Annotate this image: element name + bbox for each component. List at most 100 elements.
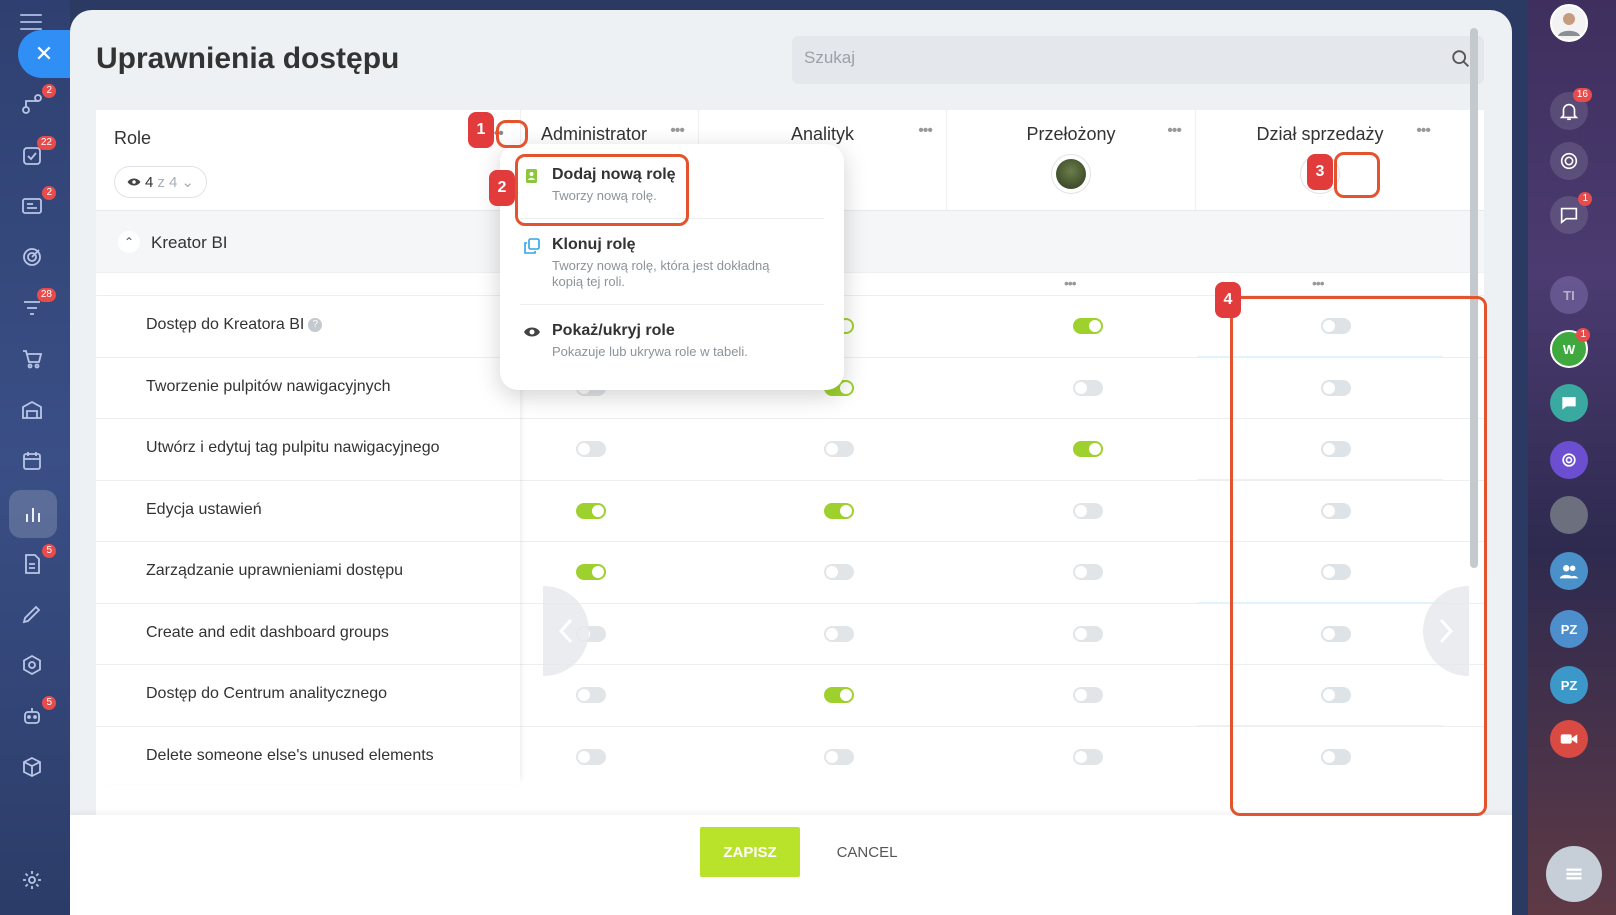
calendar-icon bbox=[23, 452, 41, 470]
total-role-count: z 4 bbox=[157, 173, 178, 191]
permission-label-text: Edycja ustawień bbox=[146, 500, 262, 518]
menu-divider bbox=[520, 304, 824, 305]
column-menu-button[interactable]: ••• bbox=[670, 122, 685, 140]
open-chat-button[interactable] bbox=[1546, 846, 1602, 902]
column-menu-button[interactable]: ••• bbox=[1416, 122, 1431, 140]
permission-toggle[interactable] bbox=[576, 687, 606, 703]
close-slider-button[interactable]: ✕ bbox=[18, 30, 70, 78]
permission-label: Tworzenie pulpitów nawigacyjnych bbox=[146, 378, 391, 396]
permission-toggle[interactable] bbox=[1073, 564, 1103, 580]
menu-icon[interactable] bbox=[20, 14, 42, 30]
spiral-icon bbox=[1560, 152, 1578, 170]
pen-icon bbox=[22, 605, 41, 624]
group-avatar[interactable] bbox=[1550, 552, 1588, 590]
sidebar-item-calendar[interactable] bbox=[18, 447, 46, 475]
video-call-button[interactable] bbox=[1550, 720, 1588, 758]
user-photo-icon bbox=[1558, 13, 1580, 36]
sidebar-item-bi[interactable] bbox=[9, 490, 57, 538]
permission-toggle[interactable] bbox=[576, 441, 606, 457]
permission-toggle[interactable] bbox=[1073, 625, 1103, 642]
gear-icon bbox=[23, 871, 41, 889]
contact-avatar[interactable]: PZ bbox=[1550, 666, 1588, 704]
permission-toggle[interactable] bbox=[1073, 748, 1103, 765]
permission-label-text: Create and edit dashboard groups bbox=[146, 623, 389, 641]
sidebar-item-crm[interactable]: 2 bbox=[18, 186, 56, 220]
copilot-button[interactable] bbox=[1550, 142, 1588, 180]
user-avatar[interactable] bbox=[1550, 4, 1588, 42]
help-icon[interactable]: ? bbox=[308, 317, 323, 332]
column-section-menu-button[interactable]: ••• bbox=[1312, 275, 1325, 291]
robot-icon bbox=[24, 708, 40, 724]
sidebar-item-automation[interactable] bbox=[18, 651, 46, 679]
contact-photo-avatar[interactable] bbox=[1550, 496, 1588, 534]
permission-toggle[interactable] bbox=[1073, 441, 1103, 457]
permission-label: Dostęp do Kreatora BI? bbox=[146, 316, 323, 334]
group-chat-avatar[interactable] bbox=[1550, 384, 1588, 422]
search-icon[interactable] bbox=[1450, 48, 1472, 70]
permission-toggle[interactable] bbox=[824, 502, 854, 519]
permission-toggle[interactable] bbox=[1073, 318, 1103, 334]
chevron-up-icon[interactable]: ⌃ bbox=[118, 231, 140, 253]
role-user-avatar[interactable] bbox=[1051, 154, 1091, 194]
column-section-menu-button[interactable]: ••• bbox=[1064, 275, 1077, 291]
permission-label-text: Dostęp do Kreatora BI bbox=[146, 316, 305, 333]
menu-item-title: Klonuj rolę bbox=[552, 236, 636, 253]
column-menu-button[interactable]: ••• bbox=[1167, 122, 1182, 140]
sidebar-item-shop[interactable] bbox=[18, 345, 46, 373]
cancel-button[interactable]: CANCEL bbox=[822, 827, 912, 877]
sidebar-badge: 5 bbox=[42, 544, 56, 558]
column-name: Administrator bbox=[541, 124, 648, 144]
permission-toggle[interactable] bbox=[1073, 379, 1103, 396]
permission-toggle[interactable] bbox=[1073, 687, 1103, 703]
sidebar-badge: 22 bbox=[36, 136, 56, 150]
permission-label: Edycja ustawień bbox=[146, 501, 262, 519]
permission-toggle[interactable] bbox=[1073, 502, 1103, 519]
permission-toggle[interactable] bbox=[824, 564, 854, 580]
permission-label-text: Dostęp do Centrum analitycznego bbox=[146, 685, 388, 702]
column-name: Dział sprzedaży bbox=[1256, 124, 1384, 144]
sidebar-item-robots[interactable]: 5 bbox=[18, 696, 56, 730]
sidebar-item-settings[interactable] bbox=[18, 866, 46, 894]
chat-button[interactable]: 1 bbox=[1550, 192, 1592, 234]
menu-item-description: Tworzy nową rolę, która jest dokładną ko… bbox=[552, 258, 770, 289]
copilot-chat-avatar[interactable] bbox=[1550, 441, 1588, 479]
sidebar-item-goals[interactable] bbox=[18, 243, 46, 271]
annotation-box-4 bbox=[1230, 296, 1487, 816]
target-icon bbox=[23, 248, 41, 266]
notifications-button[interactable]: 16 bbox=[1550, 88, 1592, 130]
permission-toggle[interactable] bbox=[824, 625, 854, 642]
warehouse-icon bbox=[22, 400, 42, 419]
sidebar-item-documents[interactable]: 5 bbox=[18, 544, 56, 578]
permission-label: Create and edit dashboard groups bbox=[146, 624, 389, 642]
column-menu-button[interactable]: ••• bbox=[918, 122, 933, 140]
sidebar-item-tasks[interactable]: 22 bbox=[18, 136, 56, 170]
sidebar-item-feed[interactable]: 2 bbox=[18, 84, 56, 118]
eye-icon bbox=[127, 178, 141, 186]
copy-icon bbox=[524, 238, 540, 254]
save-button[interactable]: ZAPISZ bbox=[700, 827, 800, 877]
permission-toggle[interactable] bbox=[824, 687, 854, 703]
permission-label: Utwórz i edytuj tag pulpitu nawigacyjneg… bbox=[146, 439, 440, 457]
permission-toggle[interactable] bbox=[576, 502, 606, 519]
permission-toggle[interactable] bbox=[824, 441, 854, 457]
sidebar-item-market[interactable] bbox=[18, 753, 46, 781]
annotation-number-3: 3 bbox=[1307, 154, 1333, 190]
permission-toggle[interactable] bbox=[824, 748, 854, 765]
sidebar-item-sign[interactable] bbox=[18, 600, 46, 628]
users-icon bbox=[1559, 565, 1579, 579]
notification-badge: 16 bbox=[1572, 88, 1592, 102]
sidebar-item-inventory[interactable] bbox=[18, 396, 46, 424]
role-visibility-filter[interactable]: 4 z 4 ⌄ bbox=[114, 166, 207, 198]
section-title: Kreator BI bbox=[151, 233, 228, 252]
contact-avatar[interactable]: W 1 bbox=[1550, 328, 1590, 368]
contact-avatar[interactable]: TI bbox=[1550, 276, 1588, 314]
sidebar-badge: 5 bbox=[42, 696, 56, 710]
contact-avatar[interactable]: PZ bbox=[1550, 610, 1588, 648]
roles-title: Role bbox=[114, 128, 152, 148]
search-input[interactable] bbox=[804, 48, 1424, 68]
document-icon bbox=[25, 554, 40, 574]
sidebar-item-marketing[interactable]: 28 bbox=[18, 288, 56, 322]
permission-toggle[interactable] bbox=[576, 564, 606, 580]
permission-toggle[interactable] bbox=[576, 748, 606, 765]
lines-icon bbox=[1566, 868, 1582, 880]
